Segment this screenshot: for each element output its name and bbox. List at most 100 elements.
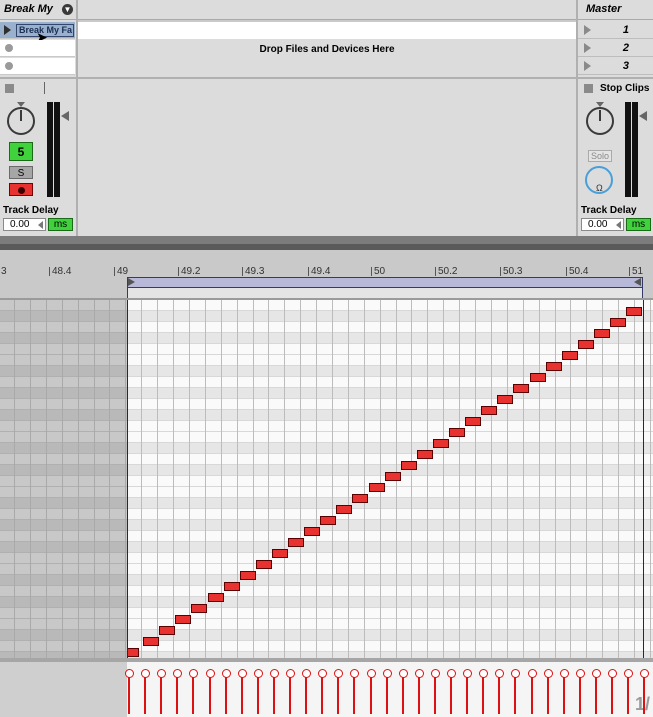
velocity-marker[interactable] (463, 669, 472, 714)
master-pan-knob[interactable] (586, 107, 614, 135)
midi-note[interactable] (304, 527, 320, 536)
velocity-marker[interactable] (544, 669, 553, 714)
midi-note[interactable] (256, 560, 272, 569)
arm-button[interactable] (9, 183, 33, 196)
velocity-marker[interactable] (511, 669, 520, 714)
stop-clips-button[interactable]: Stop Clips (580, 82, 653, 96)
velocity-marker[interactable] (415, 669, 424, 714)
velocity-marker[interactable] (576, 669, 585, 714)
velocity-marker[interactable] (286, 669, 295, 714)
midi-note[interactable] (578, 340, 594, 349)
velocity-marker[interactable] (141, 669, 150, 714)
midi-note[interactable] (159, 626, 175, 635)
velocity-marker[interactable] (624, 669, 633, 714)
decrement-icon[interactable] (38, 221, 43, 229)
stop-button-icon[interactable] (5, 62, 13, 70)
master-delay-field[interactable]: 0.00 (581, 218, 624, 231)
midi-note[interactable] (497, 395, 513, 404)
velocity-marker[interactable] (157, 669, 166, 714)
velocity-marker[interactable] (560, 669, 569, 714)
midi-note[interactable] (481, 406, 497, 415)
midi-note[interactable] (208, 593, 224, 602)
midi-note[interactable] (546, 362, 562, 371)
scene-3[interactable]: 3 (578, 58, 653, 75)
velocity-marker[interactable] (350, 669, 359, 714)
midi-note[interactable] (610, 318, 626, 327)
scene-1[interactable]: 1 (578, 22, 653, 39)
velocity-marker[interactable] (399, 669, 408, 714)
velocity-marker[interactable] (270, 669, 279, 714)
solo-cue-button[interactable]: Solo (588, 150, 612, 162)
midi-note[interactable] (127, 648, 139, 657)
master-header[interactable]: Master (578, 0, 653, 20)
midi-note[interactable] (352, 494, 368, 503)
midi-note[interactable] (336, 505, 352, 514)
clip-slot-2[interactable] (0, 40, 75, 57)
velocity-marker[interactable] (206, 669, 215, 714)
pan-knob[interactable] (7, 107, 35, 135)
scene-2[interactable]: 2 (578, 40, 653, 57)
midi-note-editor[interactable] (0, 300, 653, 663)
scene-launch-icon[interactable] (584, 61, 591, 71)
velocity-marker[interactable] (254, 669, 263, 714)
chevron-down-icon[interactable]: ▼ (62, 4, 73, 15)
velocity-marker[interactable] (447, 669, 456, 714)
midi-note[interactable] (417, 450, 433, 459)
velocity-marker[interactable] (383, 669, 392, 714)
stop-button-icon[interactable] (5, 44, 13, 52)
velocity-marker[interactable] (608, 669, 617, 714)
midi-note[interactable] (288, 538, 304, 547)
beat-time-ruler[interactable]: 3 48.4 49 49.2 49.3 49.4 50 50.2 50.3 50.4 51 (0, 260, 653, 277)
clip-slot-1[interactable]: Break My Fa ➤ (0, 22, 75, 44)
velocity-marker[interactable] (302, 669, 311, 714)
velocity-marker[interactable] (592, 669, 601, 714)
midi-note[interactable] (594, 329, 610, 338)
track-header[interactable]: Break My ▼ (0, 0, 76, 20)
midi-note[interactable] (240, 571, 256, 580)
midi-note[interactable] (175, 615, 191, 624)
solo-button[interactable]: S (9, 166, 33, 179)
midi-note[interactable] (449, 428, 465, 437)
midi-note[interactable] (401, 461, 417, 470)
midi-note[interactable] (385, 472, 401, 481)
loop-start-icon[interactable] (128, 278, 135, 286)
drop-zone[interactable] (78, 22, 576, 39)
velocity-marker[interactable] (431, 669, 440, 714)
master-delay-unit[interactable]: ms (626, 218, 651, 231)
velocity-marker[interactable] (318, 669, 327, 714)
velocity-marker[interactable] (479, 669, 488, 714)
cue-volume-knob[interactable]: Ω (585, 166, 613, 194)
velocity-marker[interactable] (189, 669, 198, 714)
velocity-marker[interactable] (222, 669, 231, 714)
master-volume-slider-icon[interactable] (639, 111, 647, 121)
velocity-marker[interactable] (173, 669, 182, 714)
midi-note[interactable] (369, 483, 385, 492)
loop-end-icon[interactable] (634, 278, 641, 286)
loop-brace[interactable] (127, 277, 643, 288)
scene-launch-icon[interactable] (584, 25, 591, 35)
scene-launch-icon[interactable] (584, 43, 591, 53)
view-splitter[interactable] (0, 236, 653, 244)
midi-note[interactable] (224, 582, 240, 591)
track-stop-button[interactable] (5, 84, 14, 93)
midi-note[interactable] (465, 417, 481, 426)
velocity-marker[interactable] (367, 669, 376, 714)
velocity-marker[interactable] (238, 669, 247, 714)
midi-note[interactable] (513, 384, 529, 393)
midi-note[interactable] (530, 373, 546, 382)
loop-strip[interactable] (127, 288, 643, 298)
track-delay-field[interactable]: 0.00 (3, 218, 46, 231)
midi-note[interactable] (272, 549, 288, 558)
midi-note[interactable] (320, 516, 336, 525)
midi-note[interactable] (143, 637, 159, 646)
track-delay-unit[interactable]: ms (48, 218, 73, 231)
volume-slider-icon[interactable] (61, 111, 69, 121)
velocity-marker[interactable] (125, 669, 134, 714)
midi-note[interactable] (191, 604, 207, 613)
clip-slot-3[interactable] (0, 58, 75, 75)
midi-note[interactable] (433, 439, 449, 448)
velocity-marker[interactable] (334, 669, 343, 714)
track-activator-button[interactable]: 5 (9, 142, 33, 161)
velocity-marker[interactable] (640, 669, 649, 714)
play-icon[interactable] (4, 25, 11, 35)
